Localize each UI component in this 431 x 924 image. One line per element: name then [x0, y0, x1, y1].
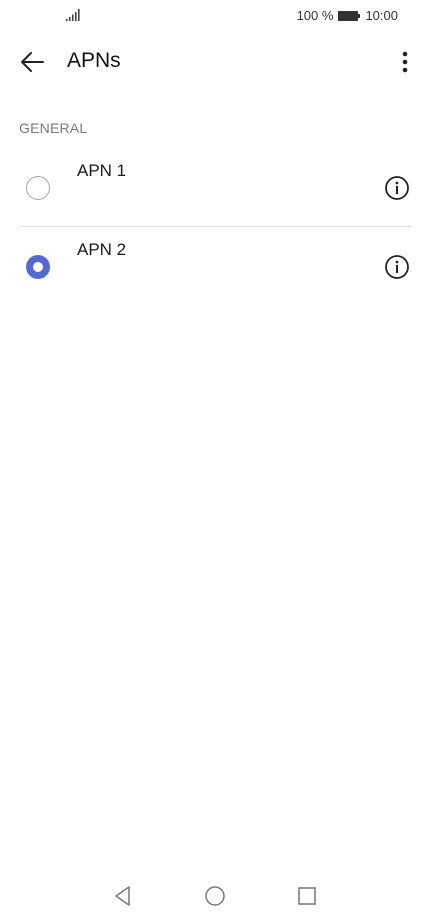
section-header: GENERAL: [19, 120, 88, 136]
info-icon[interactable]: [384, 254, 410, 280]
apn-name: APN 1: [77, 161, 127, 180]
status-bar: 100 % 10:00: [0, 0, 431, 32]
signal-icon: [66, 9, 80, 21]
radio-button-selected[interactable]: [26, 255, 50, 279]
more-vert-icon: [402, 51, 408, 73]
radio-button-unselected[interactable]: [26, 176, 50, 200]
clock: 10:00: [365, 8, 398, 23]
info-icon[interactable]: [384, 175, 410, 201]
app-bar: APNs: [0, 38, 431, 86]
nav-recents-icon[interactable]: [296, 885, 318, 907]
apn-item[interactable]: APN 2: [0, 227, 431, 305]
status-right: 100 % 10:00: [297, 8, 398, 23]
battery-icon: [338, 10, 361, 21]
page-title: APNs: [67, 49, 121, 72]
battery-percent: 100 %: [296, 8, 334, 23]
apn-name: APN 2: [77, 240, 127, 259]
apn-item[interactable]: APN 1: [0, 148, 431, 226]
back-button[interactable]: [14, 46, 50, 78]
nav-back-icon[interactable]: [112, 885, 134, 907]
nav-home-icon[interactable]: [204, 885, 226, 907]
back-arrow-icon: [21, 52, 44, 72]
more-options-button[interactable]: [393, 46, 417, 78]
navigation-bar: [0, 872, 431, 924]
